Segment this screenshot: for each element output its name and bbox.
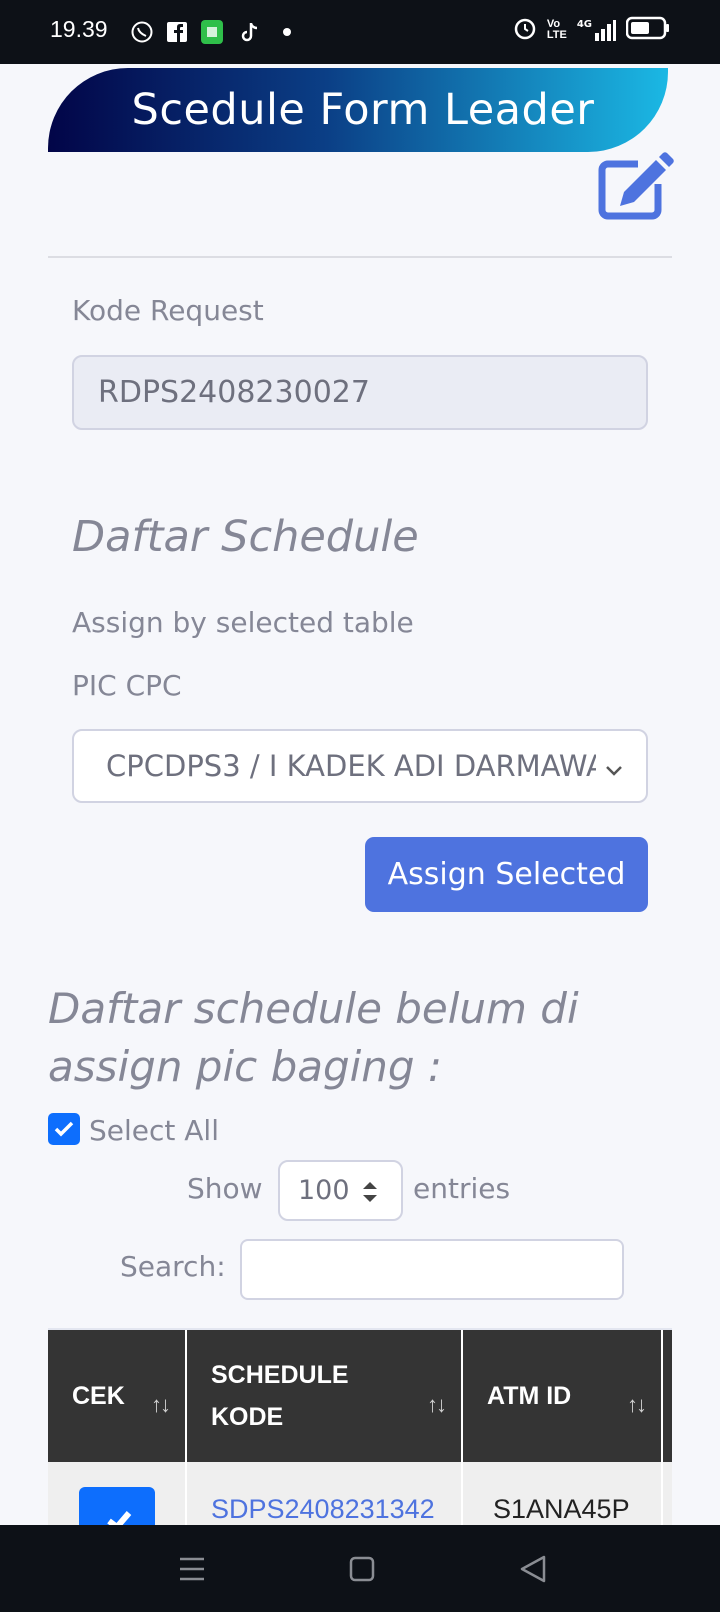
- notification-dot-icon: [282, 19, 292, 45]
- column-header-overflow: [661, 1330, 672, 1462]
- row-overflow-cell: [661, 1462, 672, 1525]
- section-title: Daftar Schedule: [72, 512, 419, 562]
- sort-icon: ↑↓: [627, 1392, 647, 1417]
- back-icon[interactable]: [514, 1549, 554, 1589]
- kode-request-field: RDPS2408230027: [72, 355, 648, 430]
- search-label: Search:: [120, 1250, 226, 1283]
- search-input[interactable]: [240, 1239, 624, 1300]
- shop-icon: [200, 19, 224, 45]
- column-header-cek-label: CEK: [72, 1382, 125, 1410]
- facebook-icon: [166, 19, 188, 45]
- battery-icon: [625, 16, 670, 44]
- status-indicators: Vo LTE 4G: [513, 16, 670, 44]
- menu-icon[interactable]: [172, 1549, 212, 1589]
- assign-selected-button[interactable]: Assign Selected: [365, 837, 648, 912]
- status-time: 19.39: [50, 16, 108, 42]
- volte-icon: Vo LTE: [546, 18, 567, 41]
- pic-cpc-label: PIC CPC: [72, 669, 182, 702]
- row-cek-cell: [48, 1462, 186, 1525]
- sort-icon: ↑↓: [427, 1392, 447, 1417]
- edit-icon[interactable]: [598, 152, 674, 220]
- select-all-checkbox[interactable]: [48, 1113, 80, 1145]
- check-icon: [107, 1511, 132, 1525]
- select-all-label: Select All: [89, 1114, 219, 1147]
- column-header-cek[interactable]: CEK ↑↓: [48, 1330, 186, 1462]
- pic-cpc-select[interactable]: CPCDPS3 / I KADEK ADI DARMAWAN: [72, 729, 648, 803]
- atm-id-value: S1ANA45P: [493, 1494, 630, 1524]
- column-header-schedule-kode-label: SCHEDULE KODE: [211, 1361, 349, 1431]
- column-header-atm-id[interactable]: ATM ID ↑↓: [461, 1330, 662, 1462]
- kode-request-label: Kode Request: [72, 294, 264, 327]
- table-header-row: CEK ↑↓ SCHEDULE KODE ↑↓ ATM ID ↑↓: [48, 1330, 672, 1462]
- signal-icon: 4G: [577, 19, 616, 41]
- network-type: 4G: [576, 19, 592, 30]
- entries-label: entries: [413, 1172, 511, 1205]
- chevron-down-icon: [602, 755, 626, 779]
- entries-value: 100: [298, 1175, 350, 1206]
- pic-cpc-selected-value: CPCDPS3 / I KADEK ADI DARMAWAN: [106, 749, 596, 783]
- sort-icon: ↑↓: [151, 1392, 171, 1417]
- assign-caption: Assign by selected table: [72, 606, 414, 639]
- check-icon: [54, 1121, 74, 1137]
- home-icon[interactable]: [342, 1549, 382, 1589]
- row-checkbox[interactable]: [79, 1487, 155, 1525]
- schedule-kode-link[interactable]: SDPS2408231342: [187, 1494, 435, 1524]
- header-divider: [48, 256, 672, 258]
- schedule-table: CEK ↑↓ SCHEDULE KODE ↑↓ ATM ID ↑↓ SDPS24…: [48, 1328, 672, 1525]
- column-header-atm-id-label: ATM ID: [487, 1382, 572, 1410]
- row-atm-id-cell: S1ANA45P: [461, 1462, 662, 1525]
- row-schedule-kode-cell: SDPS2408231342: [185, 1462, 462, 1525]
- tiktok-icon: [240, 19, 260, 45]
- sort-arrows-icon: [361, 1179, 379, 1212]
- whatsapp-icon: [130, 19, 154, 45]
- alarm-icon: [513, 16, 537, 44]
- page-title: Scedule Form Leader: [131, 85, 595, 135]
- show-label: Show: [187, 1172, 263, 1205]
- table-row: SDPS2408231342 S1ANA45P: [48, 1462, 672, 1525]
- status-bar: 19.39 Vo LTE 4G: [0, 0, 720, 64]
- page-header-banner: Scedule Form Leader: [48, 68, 668, 152]
- system-navigation-bar: [0, 1525, 720, 1612]
- entries-per-page-select[interactable]: 100: [278, 1160, 403, 1221]
- column-header-schedule-kode[interactable]: SCHEDULE KODE ↑↓: [185, 1330, 462, 1462]
- unassigned-list-title: Daftar schedule belum di assign pic bagi…: [48, 984, 579, 1091]
